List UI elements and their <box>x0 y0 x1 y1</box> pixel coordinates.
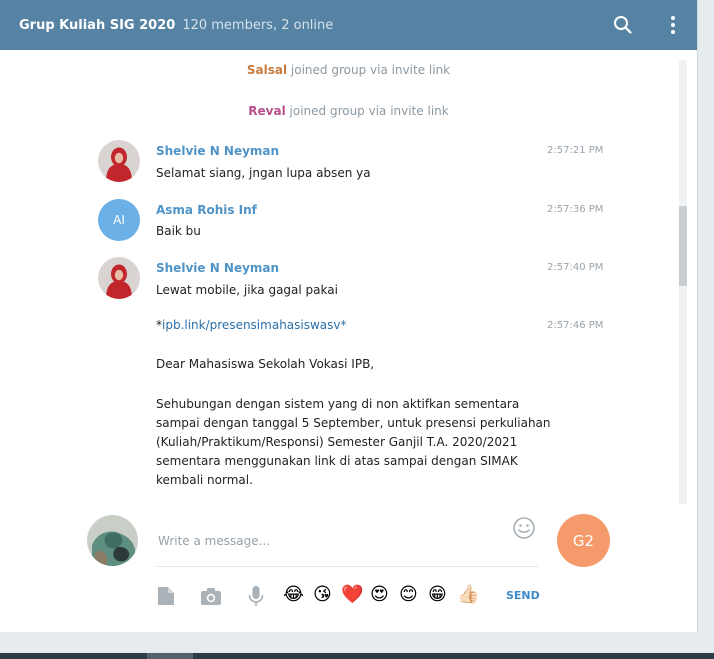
taskbar-strip <box>0 653 714 659</box>
message-link[interactable]: ipb.link/presensimahasiswasv* <box>162 318 347 332</box>
message-time: 2:57:21 PM <box>547 145 604 156</box>
message-text: Lewat mobile, jika gagal pakai <box>156 283 338 297</box>
chat-title[interactable]: Grup Kuliah SIG 2020 <box>19 18 175 33</box>
chat-window: Grup Kuliah SIG 2020 120 members, 2 onli… <box>0 0 698 632</box>
message-text-line: sampai dengan tanggal 5 September, untuk… <box>156 416 551 430</box>
members-status: 120 members, 2 online <box>182 17 334 33</box>
message-text-line: Dear Mahasiswa Sekolah Vokasi IPB, <box>156 357 375 371</box>
service-message: Salsal joined group via invite link <box>0 63 697 77</box>
service-text: joined group via invite link <box>290 63 451 77</box>
message-text-line: (Kuliah/Praktikum/Responsi) Semester Gan… <box>156 435 518 449</box>
emoji-heart-eyes[interactable]: 😍 <box>370 584 389 606</box>
message-text-line: Sehubungan dengan sistem yang di non akt… <box>156 397 520 411</box>
avatar[interactable] <box>98 257 140 299</box>
emoji-grin[interactable]: 😁 <box>428 584 447 606</box>
message-time: 2:57:40 PM <box>547 262 604 273</box>
emoji-thumbs-up[interactable]: 👍🏻 <box>457 584 479 606</box>
emoji-picker-icon[interactable] <box>512 516 536 540</box>
service-user-name[interactable]: Salsal <box>247 63 287 77</box>
camera-icon[interactable] <box>200 585 222 607</box>
message-author[interactable]: Shelvie N Neyman <box>156 261 279 275</box>
message-text-line: kembali normal. <box>156 473 253 487</box>
self-avatar[interactable] <box>87 515 138 566</box>
avatar[interactable] <box>98 140 140 182</box>
chat-header[interactable]: Grup Kuliah SIG 2020 120 members, 2 onli… <box>0 0 697 50</box>
message-author[interactable]: Shelvie N Neyman <box>156 144 279 158</box>
scrollbar-thumb[interactable] <box>679 206 687 286</box>
message-author[interactable]: Asma Rohis Inf <box>156 203 257 217</box>
avatar[interactable]: AI <box>98 199 140 241</box>
my-avatar[interactable]: G2 <box>557 514 610 567</box>
service-text: joined group via invite link <box>289 104 449 118</box>
more-vertical-icon[interactable] <box>661 13 685 37</box>
message-text: *ipb.link/presensimahasiswasv* <box>156 316 347 335</box>
search-icon[interactable] <box>611 13 635 37</box>
message-time: 2:57:46 PM <box>547 320 604 331</box>
send-button[interactable]: SEND <box>506 589 540 602</box>
input-underline <box>156 566 538 567</box>
emoji-heart[interactable]: ❤️ <box>341 584 363 606</box>
taskbar-item[interactable] <box>147 653 193 659</box>
message-text: Baik bu <box>156 224 201 238</box>
message-time: 2:57:36 PM <box>547 204 604 215</box>
emoji-kiss[interactable]: 😘 <box>313 584 332 606</box>
service-message: Reval joined group via invite link <box>0 104 697 118</box>
message-text: Selamat siang, jngan lupa absen ya <box>156 166 371 180</box>
emoji-smile[interactable]: 😊 <box>399 584 418 606</box>
message-text-line: sementara menggunakan link di atas sampa… <box>156 454 518 468</box>
message-input[interactable] <box>156 516 542 566</box>
attach-file-icon[interactable] <box>155 585 177 607</box>
service-user-name[interactable]: Reval <box>248 104 285 118</box>
microphone-icon[interactable] <box>245 585 267 607</box>
emoji-joy[interactable]: 😂 <box>283 584 304 606</box>
